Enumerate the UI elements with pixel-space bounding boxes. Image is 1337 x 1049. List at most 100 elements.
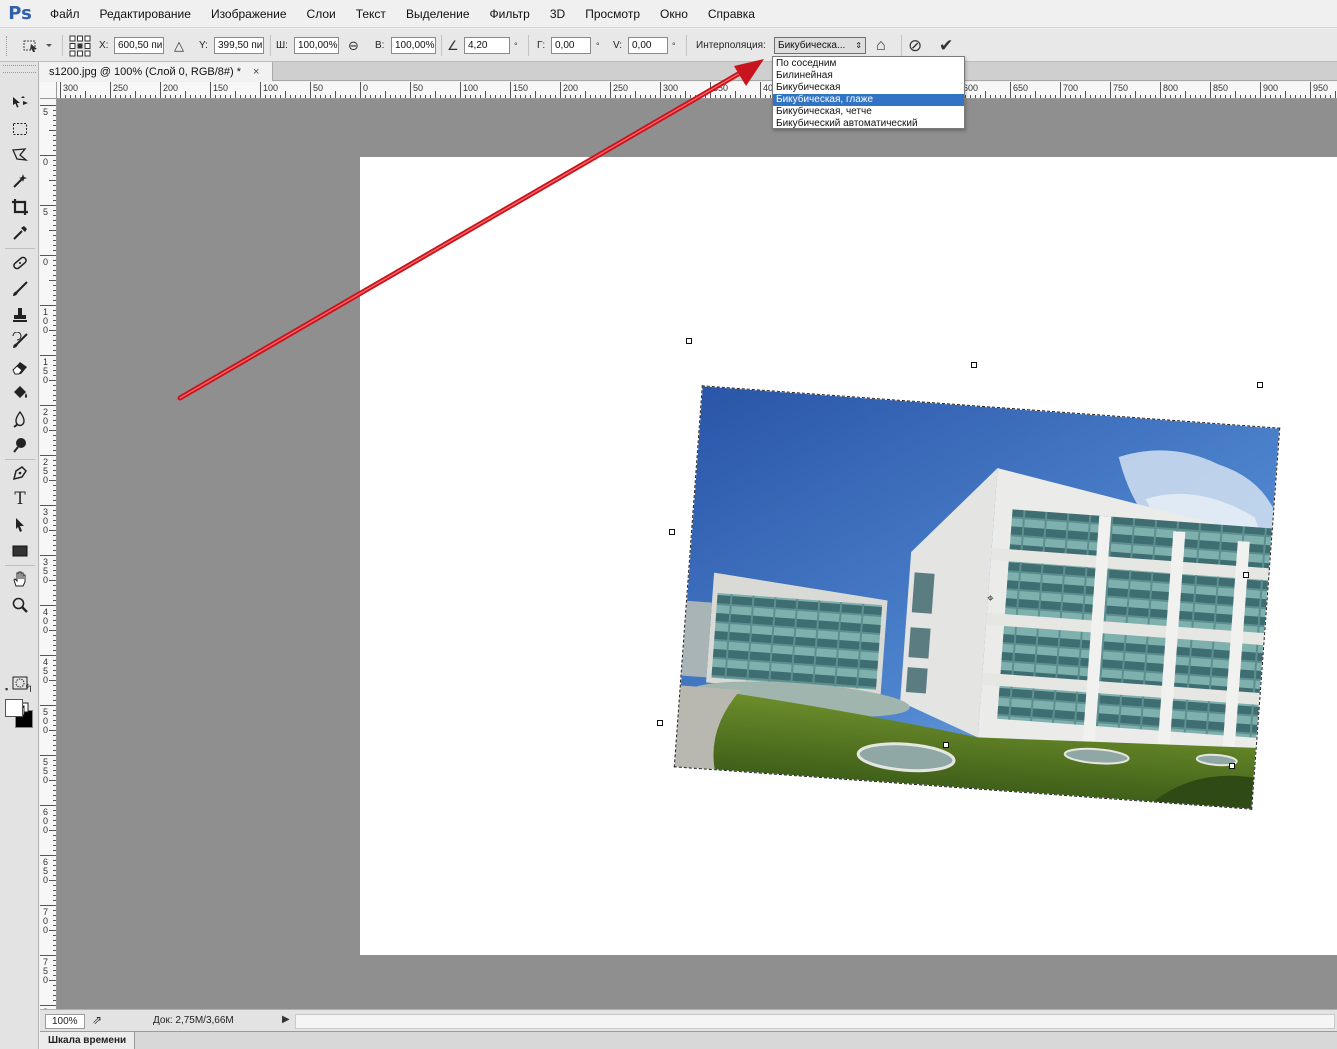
ruler-tick	[310, 82, 311, 98]
dodge-tool-icon[interactable]	[7, 434, 33, 456]
marquee-tool-icon[interactable]	[7, 118, 33, 140]
menu-layer[interactable]: Слои	[297, 0, 346, 28]
relative-position-icon[interactable]: △	[174, 38, 184, 54]
width-input[interactable]: 100,00%	[294, 37, 339, 54]
menu-filter[interactable]: Фильтр	[480, 0, 540, 28]
ruler-label: 7 5 0	[43, 957, 49, 985]
rectangle-tool-icon[interactable]	[7, 540, 33, 562]
eyedropper-tool-icon[interactable]	[7, 222, 33, 244]
zoom-level-field[interactable]: 100%	[45, 1014, 85, 1029]
ruler-minor-tick	[650, 95, 651, 98]
interp-option-bilinear[interactable]: Билинейная	[773, 70, 964, 82]
hand-tool-icon[interactable]	[7, 568, 33, 590]
foreground-color-swatch[interactable]	[5, 699, 23, 717]
transform-handle[interactable]	[686, 338, 692, 344]
history-brush-tool-icon[interactable]	[7, 330, 33, 352]
reference-point-icon[interactable]	[69, 29, 91, 62]
y-label: Y:	[199, 40, 208, 51]
x-input[interactable]: 600,50 пи	[114, 37, 164, 54]
path-selection-tool-icon[interactable]	[7, 514, 33, 536]
interp-option-nearest[interactable]: По соседним	[773, 58, 964, 70]
ruler-minor-tick	[53, 290, 56, 291]
interpolation-select[interactable]: Бикубическа... ⇕	[774, 37, 866, 54]
healing-brush-tool-icon[interactable]	[7, 252, 33, 274]
interp-option-bicubic-sharper[interactable]: Бикубическая, четче	[773, 106, 964, 118]
ruler-minor-tick	[53, 490, 56, 491]
degree-unit: °	[672, 40, 676, 51]
vertical-ruler[interactable]: 5 0 5 0 1 0 0 1 5 0 2 0 0 2 5 0 3 0 0 3 5 0 4 0 0 4…	[40, 99, 57, 1009]
ruler-minor-tick	[170, 95, 171, 98]
pen-tool-icon[interactable]	[7, 462, 33, 484]
transform-handle[interactable]	[1229, 763, 1235, 769]
ruler-minor-tick	[53, 115, 56, 116]
menu-select[interactable]: Выделение	[396, 0, 480, 28]
ruler-origin[interactable]	[40, 82, 57, 99]
clone-stamp-tool-icon[interactable]	[7, 304, 33, 326]
menu-edit[interactable]: Редактирование	[90, 0, 201, 28]
status-menu-arrow-icon[interactable]: ▶	[282, 1014, 290, 1025]
blur-tool-icon[interactable]	[7, 408, 33, 430]
transformed-layer-photo[interactable]: ⌖	[673, 385, 1281, 810]
menu-image[interactable]: Изображение	[201, 0, 297, 28]
transform-handle[interactable]	[1243, 572, 1249, 578]
interp-option-bicubic-auto[interactable]: Бикубический автоматический	[773, 118, 964, 130]
quick-mask-icon[interactable]	[7, 672, 33, 694]
document-tab[interactable]: s1200.jpg @ 100% (Слой 0, RGB/8#) * ×	[40, 62, 273, 81]
ruler-label: 800	[1163, 83, 1179, 93]
crop-tool-icon[interactable]	[7, 196, 33, 218]
ruler-minor-tick	[305, 95, 306, 98]
ruler-minor-tick	[53, 385, 56, 386]
ruler-minor-tick	[53, 195, 56, 196]
close-icon[interactable]: ×	[253, 66, 259, 78]
menu-file[interactable]: Файл	[40, 0, 90, 28]
transform-handle[interactable]	[971, 362, 977, 368]
ruler-minor-tick	[485, 91, 486, 98]
tool-preset-picker[interactable]	[22, 29, 52, 62]
ruler-minor-tick	[53, 815, 56, 816]
transform-handle[interactable]	[943, 742, 949, 748]
magic-wand-tool-icon[interactable]	[7, 170, 33, 192]
rotate-angle-input[interactable]: 4,20	[464, 37, 510, 54]
menu-view[interactable]: Просмотр	[575, 0, 650, 28]
menu-window[interactable]: Окно	[650, 0, 698, 28]
warp-icon[interactable]: ⌂	[876, 37, 886, 55]
transform-handle[interactable]	[669, 529, 675, 535]
link-icon[interactable]: ⊖	[348, 38, 359, 54]
ruler-tick	[1210, 82, 1211, 98]
height-input[interactable]: 100,00%	[391, 37, 436, 54]
type-tool-icon[interactable]: T	[7, 488, 33, 510]
ruler-minor-tick	[1315, 95, 1316, 98]
y-input[interactable]: 399,50 пи	[214, 37, 264, 54]
horizontal-scrollbar[interactable]	[295, 1014, 1335, 1029]
zoom-tool-icon[interactable]	[7, 594, 33, 616]
share-icon[interactable]: ⇗	[92, 1013, 102, 1027]
menu-3d[interactable]: 3D	[540, 0, 575, 28]
menu-help[interactable]: Справка	[698, 0, 765, 28]
ruler-minor-tick	[280, 95, 281, 98]
eraser-tool-icon[interactable]	[7, 356, 33, 378]
paint-bucket-tool-icon[interactable]	[7, 382, 33, 404]
brush-tool-icon[interactable]	[7, 278, 33, 300]
interp-option-bicubic-smoother[interactable]: Бикубическая, глаже	[773, 94, 964, 106]
ruler-label: 650	[1013, 83, 1029, 93]
vertical-skew-input[interactable]: 0,00	[628, 37, 668, 54]
move-tool-icon[interactable]	[7, 92, 33, 114]
transform-handle[interactable]	[1257, 382, 1263, 388]
transform-handle[interactable]	[657, 720, 663, 726]
ruler-minor-tick	[53, 140, 56, 141]
ruler-minor-tick	[1120, 95, 1121, 98]
ruler-minor-tick	[245, 95, 246, 98]
lasso-tool-icon[interactable]	[7, 144, 33, 166]
timeline-tab[interactable]: Шкала времени	[40, 1032, 135, 1049]
commit-transform-icon[interactable]: ✔	[939, 36, 953, 56]
canvas-area[interactable]: ⌖	[57, 99, 1337, 1009]
horizontal-ruler[interactable]: 300 250 200 150 100 50 0 50 100 150 200 250 300 350 40…	[57, 82, 1337, 99]
horizontal-skew-input[interactable]: 0,00	[551, 37, 591, 54]
cancel-transform-icon[interactable]: ⊘	[908, 36, 922, 56]
ruler-minor-tick	[53, 820, 56, 821]
menu-type[interactable]: Текст	[346, 0, 396, 28]
ruler-minor-tick	[53, 865, 56, 866]
ruler-label: 900	[1263, 83, 1279, 93]
ruler-minor-tick	[53, 720, 56, 721]
interp-option-bicubic[interactable]: Бикубическая	[773, 82, 964, 94]
